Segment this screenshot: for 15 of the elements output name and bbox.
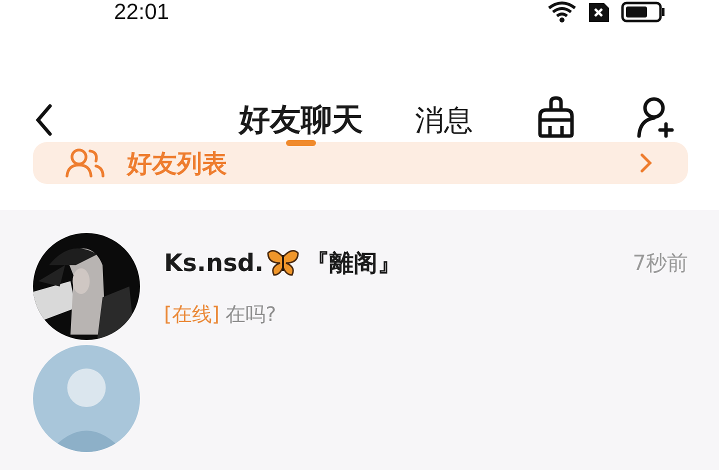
contact-name: Ks.nsd. — [164, 249, 264, 277]
back-icon[interactable] — [34, 104, 54, 136]
battery-icon — [621, 1, 665, 23]
message-time: 7秒前 — [632, 250, 688, 277]
chevron-right-icon — [640, 153, 652, 173]
tab[interactable]: 消息 — [415, 74, 473, 142]
message-preview: 在吗? — [226, 301, 276, 328]
butterfly-icon — [266, 249, 300, 277]
status-time: 22:01 — [114, 0, 170, 25]
no-sim-icon — [587, 1, 611, 23]
broom-icon[interactable] — [536, 96, 576, 138]
online-status: [在线] — [164, 301, 220, 328]
contact-name: 『離阁』 — [306, 248, 402, 279]
friends-icon — [65, 148, 105, 178]
wifi-icon — [547, 1, 577, 23]
